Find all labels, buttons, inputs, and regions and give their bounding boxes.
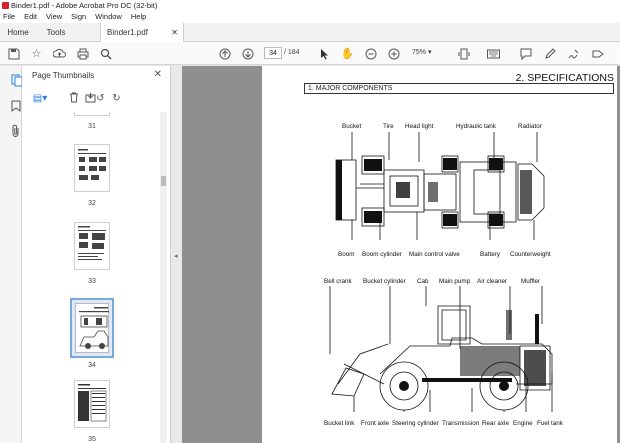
close-panel-icon[interactable]: ✕ — [154, 69, 162, 80]
top-view-diagram — [335, 132, 545, 240]
page-number-input[interactable]: 34 — [264, 47, 282, 59]
select-cursor-icon[interactable] — [317, 46, 332, 61]
label-bucket: Bucket — [342, 123, 362, 130]
thumbnail-options-icon[interactable]: ▤▾ — [30, 92, 50, 105]
left-navigation-rail — [0, 66, 23, 443]
rotate-right-icon[interactable]: ↻ — [110, 92, 123, 105]
fit-page-icon[interactable] — [456, 46, 471, 61]
comment-icon[interactable] — [518, 46, 533, 61]
label-bucket-link: Bucket link — [324, 420, 355, 427]
close-tab-icon[interactable]: ✕ — [171, 23, 178, 42]
thumbnail-label: 33 — [88, 278, 96, 285]
chevron-left-icon: ◂ — [174, 253, 178, 260]
window-title: Binder1.pdf - Adobe Acrobat Pro DC (32-b… — [11, 1, 158, 10]
highlight-pen-icon[interactable] — [542, 46, 557, 61]
search-icon[interactable] — [98, 46, 113, 61]
menu-edit[interactable]: Edit — [24, 11, 37, 23]
page-thumbnails-icon[interactable] — [4, 74, 23, 88]
zoom-out-icon[interactable] — [363, 46, 378, 61]
next-page-icon[interactable] — [240, 46, 255, 61]
rotate-left-icon[interactable]: ↺ — [94, 92, 107, 105]
chevron-down-icon: ▾ — [427, 49, 432, 56]
section-heading: 1. MAJOR COMPONENTS — [304, 83, 614, 94]
hand-tool-icon[interactable]: ✋ — [340, 46, 355, 61]
label-cab: Cab — [417, 278, 429, 285]
zoom-level-select[interactable]: 75% ▾ — [412, 47, 442, 59]
thumbnail-label: 34 — [88, 362, 96, 369]
label-muffler: Muffler — [521, 278, 541, 285]
label-hydraulic-tank: Hydraulic tank — [456, 123, 496, 130]
extract-pages-icon[interactable] — [78, 92, 95, 105]
panel-toolbar: ▤▾ ↺ ↻ — [30, 92, 160, 106]
label-fuel-tank: Fuel tank — [537, 420, 563, 427]
zoom-value: 75% — [412, 49, 427, 56]
thumbnail-page[interactable] — [74, 144, 110, 192]
bookmarks-icon[interactable] — [4, 100, 21, 114]
save-icon[interactable] — [6, 46, 21, 61]
panel-title: Page Thumbnails — [32, 71, 95, 80]
tab-document[interactable]: Binder1.pdf ✕ — [100, 23, 184, 43]
upload-icon[interactable] — [52, 46, 67, 61]
attachments-paperclip-icon[interactable] — [4, 124, 19, 138]
label-radiator: Radiator — [518, 123, 542, 130]
menu-bar: File Edit View Sign Window Help — [0, 11, 620, 23]
tab-bar: Home Tools Binder1.pdf ✕ — [0, 23, 620, 43]
label-bell-crank: Bell crank — [324, 278, 352, 285]
label-boom-cylinder: Boom cylinder — [362, 251, 402, 258]
print-icon[interactable] — [75, 46, 90, 61]
tab-document-label: Binder1.pdf — [107, 28, 148, 37]
label-tire: Tire — [383, 123, 394, 130]
pdf-page: 2. SPECIFICATIONS 1. MAJOR COMPONENTS Bu… — [262, 66, 617, 443]
scrollbar-thumb[interactable] — [161, 176, 166, 186]
thumbnail-label: 35 — [88, 436, 96, 443]
bookmark-star-icon[interactable]: ☆ — [29, 46, 44, 61]
thumbnail-page-selected[interactable] — [70, 298, 114, 358]
tab-home[interactable]: Home — [0, 23, 36, 42]
label-counterweight: Counterweight — [510, 251, 551, 258]
menu-view[interactable]: View — [46, 11, 62, 23]
title-bar: Binder1.pdf - Adobe Acrobat Pro DC (32-b… — [0, 0, 620, 11]
menu-window[interactable]: Window — [95, 11, 122, 23]
delete-trash-icon[interactable] — [62, 92, 78, 105]
menu-help[interactable]: Help — [131, 11, 146, 23]
acrobat-app-icon — [2, 2, 9, 9]
thumbnail-scrollbar[interactable] — [160, 112, 167, 443]
thumbnail-page[interactable] — [74, 222, 110, 270]
thumbnails-panel: Page Thumbnails ✕ ▤▾ ↺ ↻ 31 32 33 34 35 — [22, 66, 171, 443]
side-view-diagram — [329, 286, 553, 412]
previous-page-icon[interactable] — [217, 46, 232, 61]
tab-tools[interactable]: Tools — [36, 23, 76, 42]
menu-file[interactable]: File — [3, 11, 15, 23]
fill-sign-icon[interactable] — [566, 46, 581, 61]
label-bucket-cylinder: Bucket cylinder — [363, 278, 406, 285]
thumbnail-page[interactable] — [74, 380, 110, 428]
label-steering-cylinder: Steering cylinder — [392, 420, 439, 427]
thumbnail-label: 32 — [88, 200, 96, 207]
menu-sign[interactable]: Sign — [71, 11, 86, 23]
toolbar: ☆ 34 / 184 ✋ 75% ▾ — [0, 42, 620, 65]
label-main-control-valve: Main control valve — [409, 251, 460, 258]
share-send-icon[interactable] — [590, 46, 605, 61]
thumbnail-label: 31 — [88, 123, 96, 130]
document-canvas: 2. SPECIFICATIONS 1. MAJOR COMPONENTS Bu… — [182, 66, 620, 443]
label-engine: Engine — [513, 420, 533, 427]
label-boom: Boom — [338, 251, 355, 258]
label-head-light: Head light — [405, 123, 434, 130]
thumbnail-list: 31 32 33 34 35 — [22, 112, 162, 443]
zoom-in-icon[interactable] — [386, 46, 401, 61]
keyboard-icon[interactable] — [486, 46, 501, 61]
label-front-axle: Front axle — [361, 420, 389, 427]
label-air-cleaner: Air cleaner — [477, 278, 508, 285]
thumbnail-page[interactable] — [74, 112, 110, 116]
panel-collapse-handle[interactable]: ◂ — [172, 66, 182, 443]
label-rear-axle: Rear axle — [482, 420, 509, 427]
page-total: / 184 — [284, 49, 300, 56]
label-transmission: Transmission — [442, 420, 480, 427]
label-battery: Battery — [480, 251, 500, 258]
label-main-pump: Main pump — [439, 278, 471, 285]
